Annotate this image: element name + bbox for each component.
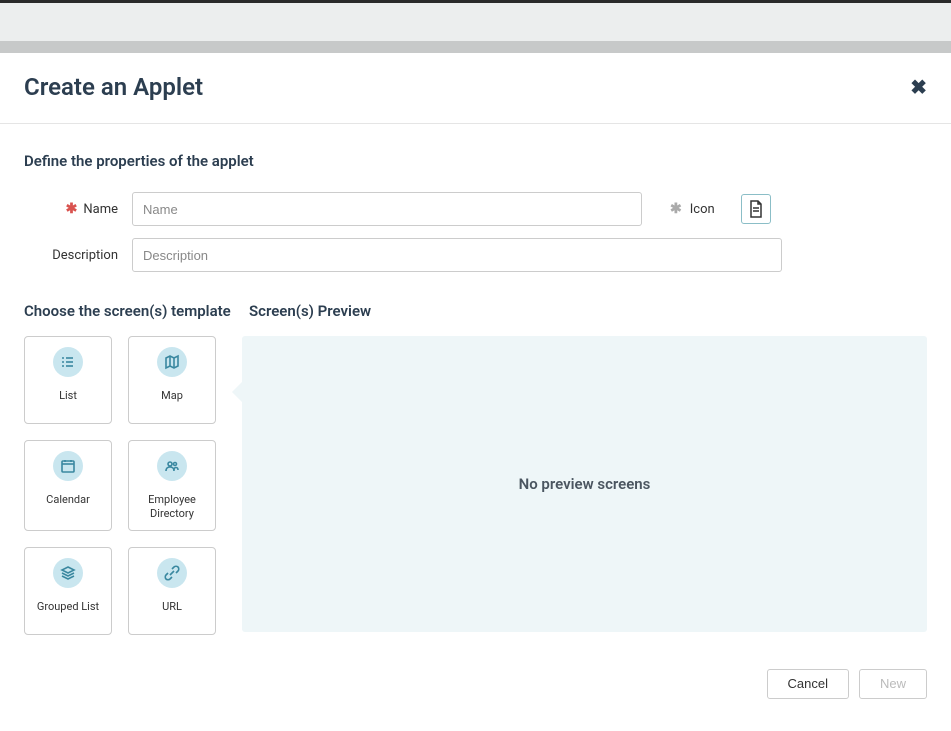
new-button[interactable]: New: [859, 669, 927, 699]
template-card-map[interactable]: Map: [128, 336, 216, 424]
template-label: URL: [162, 600, 182, 614]
description-label: Description: [52, 248, 118, 263]
description-row: Description: [24, 238, 927, 272]
optional-asterisk-icon: ✱: [670, 201, 682, 217]
properties-section-label: Define the properties of the applet: [24, 152, 927, 170]
modal-title: Create an Applet: [24, 73, 203, 101]
template-label: Calendar: [46, 493, 90, 507]
top-mid-gray-band: [0, 41, 951, 53]
name-label: Name: [83, 202, 118, 217]
required-asterisk-icon: ✱: [66, 201, 78, 217]
people-icon: [157, 451, 187, 481]
template-card-grouped-list[interactable]: Grouped List: [24, 547, 112, 635]
template-label: Employee Directory: [133, 493, 211, 522]
name-label-cell: ✱ Name: [24, 201, 132, 217]
map-icon: [157, 347, 187, 377]
template-card-url[interactable]: URL: [128, 547, 216, 635]
top-header-band: [0, 3, 951, 41]
template-card-list[interactable]: List: [24, 336, 112, 424]
template-card-employee-directory[interactable]: Employee Directory: [128, 440, 216, 531]
layers-icon: [53, 558, 83, 588]
calendar-icon: [53, 451, 83, 481]
preview-section-label: Screen(s) Preview: [249, 302, 371, 320]
name-row: ✱ Name ✱ Icon: [24, 192, 927, 226]
preview-empty-text: No preview screens: [519, 475, 651, 493]
template-section-label: Choose the screen(s) template: [24, 302, 249, 320]
preview-arrow-icon: [232, 382, 242, 402]
preview-panel: No preview screens: [242, 336, 927, 632]
template-label: Map: [161, 389, 183, 403]
template-grid: List Map: [24, 336, 216, 635]
modal-header: Create an Applet ✖: [0, 53, 951, 124]
list-icon: [53, 347, 83, 377]
icon-picker-button[interactable]: [741, 194, 771, 224]
description-label-cell: Description: [24, 248, 132, 263]
name-input[interactable]: [132, 192, 642, 226]
create-applet-modal: Create an Applet ✖ Define the properties…: [0, 53, 951, 723]
templates-preview-row: List Map: [24, 336, 927, 635]
description-input[interactable]: [132, 238, 782, 272]
icon-label-cell: ✱ Icon: [670, 194, 771, 224]
template-label: Grouped List: [37, 600, 99, 614]
link-icon: [157, 558, 187, 588]
modal-footer: Cancel New: [0, 653, 951, 723]
icon-label: Icon: [690, 202, 715, 217]
template-card-calendar[interactable]: Calendar: [24, 440, 112, 531]
modal-body: Define the properties of the applet ✱ Na…: [0, 124, 951, 653]
document-icon: [748, 200, 764, 218]
template-preview-headers: Choose the screen(s) template Screen(s) …: [24, 302, 927, 320]
cancel-button[interactable]: Cancel: [767, 669, 849, 699]
close-icon[interactable]: ✖: [910, 77, 927, 97]
template-label: List: [59, 389, 77, 403]
